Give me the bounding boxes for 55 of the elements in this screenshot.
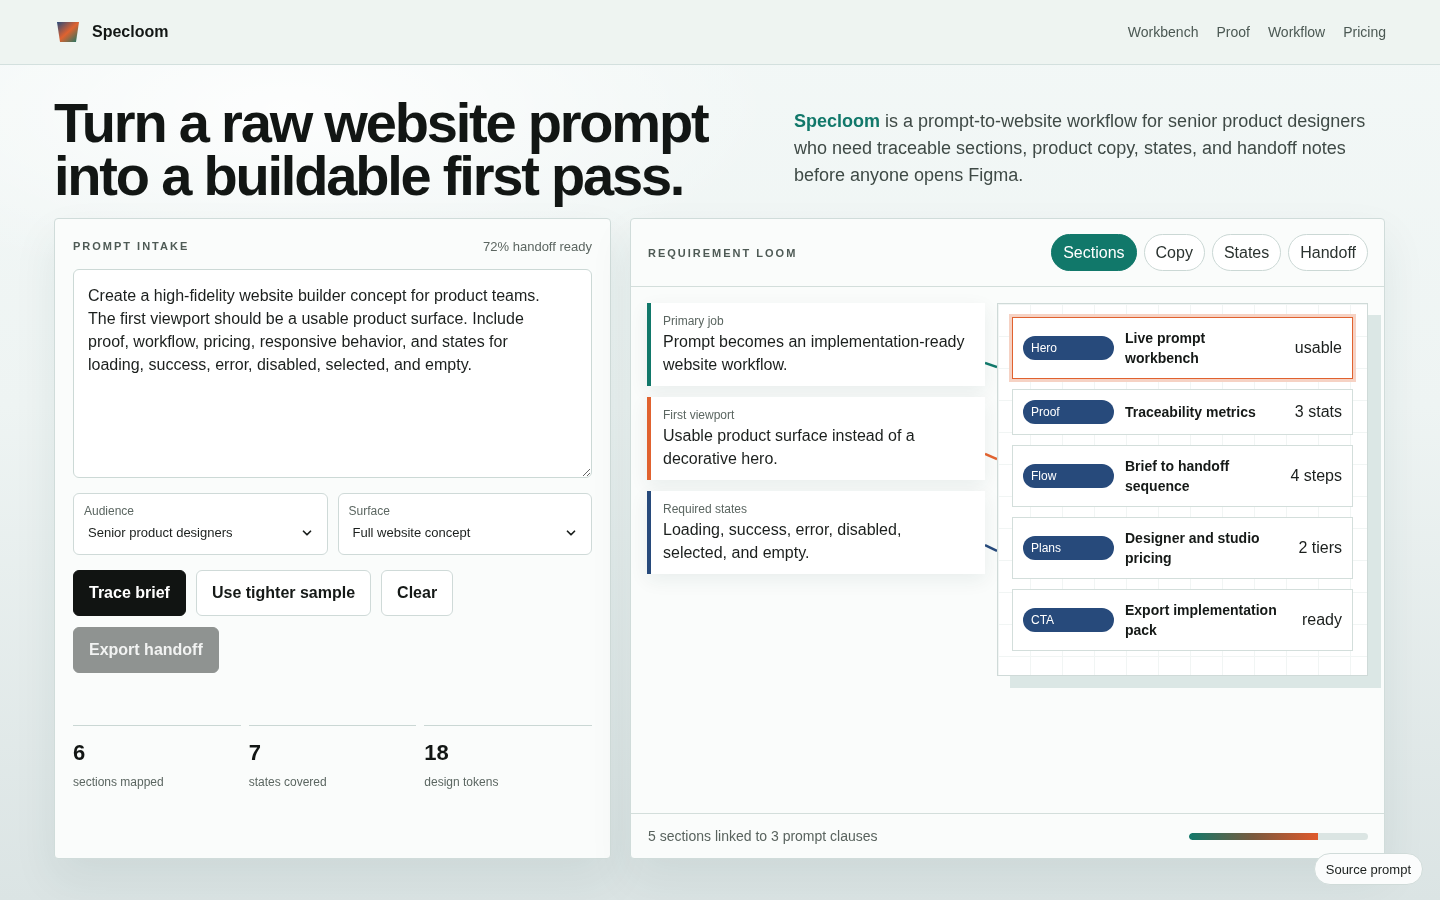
secondary-button[interactable]: Use tighter sample [195, 570, 372, 616]
section-row[interactable]: CTA Export implementation pack ready [1012, 589, 1353, 651]
nav-link[interactable]: Pricing [1343, 24, 1386, 40]
section-value: 4 steps [1290, 466, 1342, 486]
section-tag: Flow [1023, 464, 1114, 488]
section-row[interactable]: Proof Traceability metrics 3 stats [1012, 389, 1353, 435]
section-title: Export implementation pack [1125, 601, 1278, 640]
section-tag: Hero [1023, 336, 1114, 360]
clause-label: Required states [663, 501, 749, 517]
link-summary: 5 sections linked to 3 prompt clauses [648, 828, 878, 844]
clause-text: Usable product surface instead of a decorative hero. [663, 426, 916, 469]
hero-intro: Specloom is a prompt-to-website workflow for senior product designers who need traceable sections, product copy, states, and handoff notes before anyone opens Figma. [794, 110, 1367, 187]
section-tag: Plans [1023, 536, 1114, 560]
dropdown-field[interactable]: Audience Senior product designers [73, 493, 328, 555]
clause-text: Loading, success, error, disabled, selected, and empty. [663, 520, 903, 563]
section-value: ready [1300, 610, 1342, 630]
brand-name: Specloom [92, 23, 169, 41]
section-value: usable [1293, 338, 1342, 358]
stat-value: 7 [248, 740, 262, 766]
panel-title: PROMPT INTAKE [73, 240, 190, 252]
dropdown-field[interactable]: Surface Full website concept [337, 493, 592, 555]
clause-label: Primary job [663, 313, 725, 329]
panel-title: REQUIREMENT LOOM [648, 246, 798, 259]
section-tag: CTA [1023, 608, 1114, 632]
view-tab[interactable]: Sections [1051, 234, 1137, 271]
section-row[interactable]: Flow Brief to handoff sequence 4 steps [1012, 445, 1353, 507]
section-tag: Proof [1023, 400, 1114, 424]
stat-label: states covered [248, 775, 328, 789]
view-tab[interactable]: States [1211, 234, 1282, 271]
clause-label: First viewport [663, 407, 736, 423]
view-tab[interactable]: Handoff [1288, 234, 1368, 271]
stat-value: 18 [424, 740, 450, 766]
section-value: 2 tiers [1297, 538, 1342, 558]
clause-text: Prompt becomes an implementation-ready website workflow. [663, 332, 966, 375]
nav-link[interactable]: Workflow [1267, 24, 1326, 40]
source-prompt-button[interactable]: Source prompt [1313, 853, 1423, 885]
stat-label: design tokens [424, 775, 500, 789]
section-title: Traceability metrics [1125, 403, 1257, 422]
readiness-text: 72% handoff ready [483, 238, 592, 254]
section-row[interactable]: Plans Designer and studio pricing 2 tiers [1012, 517, 1353, 579]
prompt-textarea[interactable]: Create a high-fidelity website builder concept for product teams. The first viewport should be a usable product surface. Include proof, workflow, pricing, responsive behavior, and states for loading, success, error, disabled, selected, and empty. [73, 269, 592, 478]
view-tab[interactable]: Copy [1143, 234, 1205, 271]
section-row[interactable]: Hero Live prompt workbench usable [1012, 317, 1353, 379]
stat-label: sections mapped [73, 775, 165, 789]
hero-heading: Turn a raw website prompt into a buildable first pass. [54, 90, 709, 208]
stat-value: 6 [73, 740, 87, 766]
primary-button[interactable]: Trace brief [73, 570, 186, 616]
section-value: 3 stats [1293, 402, 1342, 422]
section-title: Brief to handoff sequence [1125, 457, 1231, 496]
section-title: Designer and studio pricing [1125, 529, 1261, 568]
logo-icon [57, 22, 79, 42]
nav-link[interactable]: Workbench [1127, 24, 1199, 40]
nav-link[interactable]: Proof [1216, 24, 1250, 40]
section-title: Live prompt workbench [1125, 329, 1207, 368]
secondary-button[interactable]: Clear [381, 570, 454, 616]
